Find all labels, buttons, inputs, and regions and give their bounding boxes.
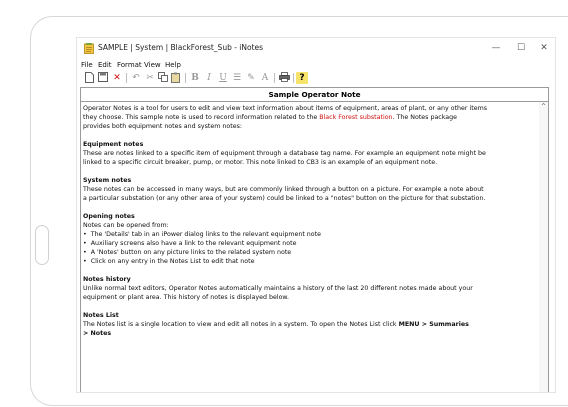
menu-path: MENU > Summaries: [398, 321, 469, 328]
intro-line: Operator Notes is a tool for users to ed…: [83, 105, 488, 112]
menu-edit[interactable]: Edit: [98, 59, 112, 71]
undo-icon[interactable]: ↶: [130, 72, 142, 84]
paragraph-line: These notes can be accessed in many ways…: [83, 186, 484, 193]
section-title-notes-list: Notes List: [83, 312, 119, 319]
paragraph-line: The Notes list is a single location to v…: [83, 321, 469, 328]
bold-button[interactable]: B: [189, 72, 201, 84]
notes-app-icon: [84, 43, 94, 54]
menu-file[interactable]: File: [81, 59, 93, 71]
maximize-button[interactable]: ☐: [510, 40, 532, 56]
toolbar-separator: [185, 73, 186, 83]
bullet-icon: •: [83, 249, 91, 256]
copy-icon[interactable]: [157, 72, 169, 84]
menu-help[interactable]: Help: [165, 59, 181, 71]
paragraph-line: These are notes linked to a specific ite…: [83, 150, 486, 157]
bullet-item: • The 'Details' tab in an iPower dialog …: [83, 231, 321, 238]
toolbar-separator: [274, 73, 275, 83]
paragraph-line: a particular substation (or any other ar…: [83, 195, 486, 202]
section-title-equipment: Equipment notes: [83, 141, 144, 148]
menu-bar: File Edit Format View Help: [77, 59, 555, 71]
menu-view[interactable]: View: [144, 59, 161, 71]
text-color-icon[interactable]: ✎: [245, 72, 257, 84]
note-heading: Sample Operator Note: [81, 88, 548, 102]
toolbar: ✕ ↶ ✂ B I U ☰ ✎ A ?: [81, 72, 551, 85]
bullet-icon: •: [83, 231, 91, 238]
menu-format[interactable]: Format: [117, 59, 142, 71]
paragraph-line: Notes can be opened from:: [83, 222, 169, 229]
cut-icon[interactable]: ✂: [144, 72, 156, 84]
underline-button[interactable]: U: [217, 72, 229, 84]
tablet-home-button[interactable]: [35, 225, 49, 265]
new-document-icon[interactable]: [83, 72, 95, 84]
save-icon[interactable]: [97, 72, 109, 84]
minimize-button[interactable]: —: [485, 40, 507, 56]
bullet-item: • Auxiliary screens also have a link to …: [83, 240, 297, 247]
toolbar-separator: [293, 73, 294, 83]
help-icon[interactable]: ?: [296, 72, 308, 84]
vertical-scrollbar[interactable]: [539, 102, 548, 392]
toolbar-separator: [126, 73, 127, 83]
bullet-icon: •: [83, 258, 91, 265]
note-content[interactable]: Operator Notes is a tool for users to ed…: [83, 104, 538, 338]
paragraph-line: linked to a specific circuit breaker, pu…: [83, 159, 438, 166]
bullet-item: • A 'Notes' button on any picture links …: [83, 249, 292, 256]
black-forest-link[interactable]: Black Forest substation: [319, 114, 392, 121]
italic-button[interactable]: I: [203, 72, 215, 84]
print-icon[interactable]: [278, 72, 290, 84]
intro-line: they choose. This sample note is used to…: [83, 114, 458, 121]
paragraph-line: equipment or plant area. This history of…: [83, 294, 290, 301]
section-title-history: Notes history: [83, 276, 131, 283]
note-document[interactable]: Sample Operator Note ^ Operator Notes is…: [80, 87, 549, 392]
scroll-up-arrow-icon[interactable]: ^: [540, 103, 547, 111]
paste-icon[interactable]: [170, 72, 182, 84]
paragraph-line: Unlike normal text editors, Operator Not…: [83, 285, 473, 292]
bullet-list-icon[interactable]: ☰: [231, 72, 243, 84]
font-button[interactable]: A: [259, 72, 271, 84]
section-title-opening: Opening notes: [83, 213, 135, 220]
window-title: SAMPLE | System | BlackForest_Sub - iNot…: [98, 43, 264, 52]
bullet-icon: •: [83, 240, 91, 247]
bullet-item: • Click on any entry in the Notes List t…: [83, 258, 255, 265]
title-bar: SAMPLE | System | BlackForest_Sub - iNot…: [77, 38, 555, 59]
delete-icon[interactable]: ✕: [111, 72, 123, 84]
close-button[interactable]: ✕: [533, 40, 555, 56]
intro-line: provides both equipment notes and system…: [83, 123, 242, 130]
section-title-system: System notes: [83, 177, 132, 184]
inotes-window: SAMPLE | System | BlackForest_Sub - iNot…: [76, 37, 556, 393]
paragraph-line: > Notes: [83, 330, 112, 337]
